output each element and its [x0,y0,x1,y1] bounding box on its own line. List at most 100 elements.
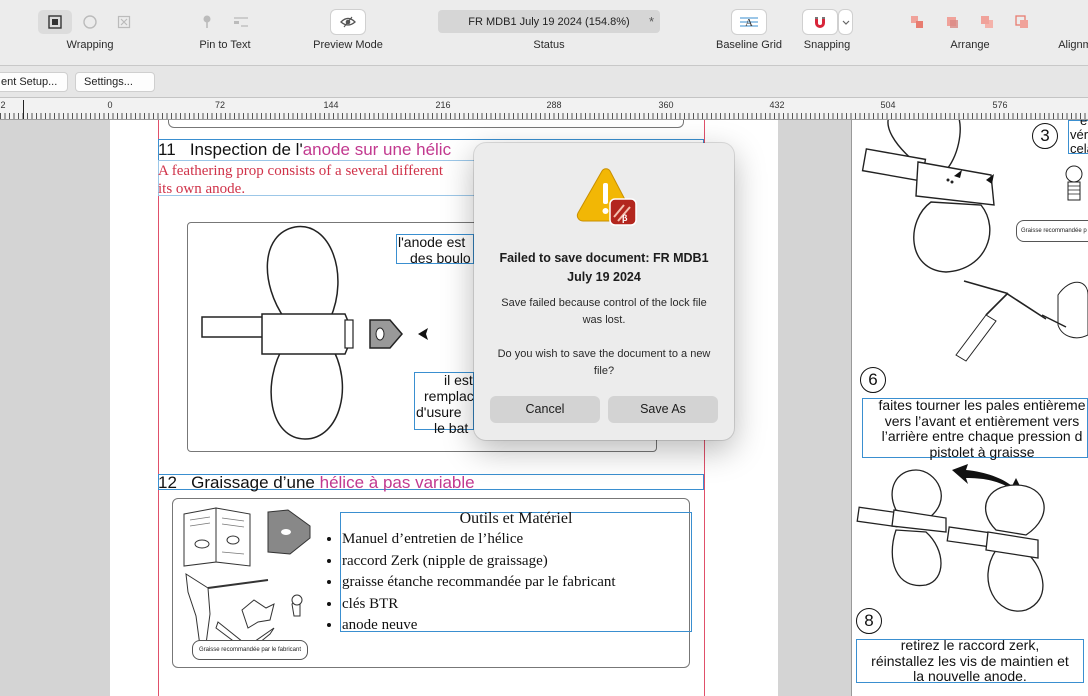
ruler-label: 360 [658,100,674,110]
step-6-text: faites tourner les pales entièreme vers … [862,397,1088,460]
step-8-text: retirez le raccord zerk, réinstallez les… [856,637,1084,685]
ruler-ticks [0,113,1088,119]
step-6-number: 6 [860,367,886,393]
step-8-number: 8 [856,608,882,634]
ruler-label: 2 [0,100,6,110]
ruler-label: 504 [880,100,896,110]
arrange-forward-icon[interactable] [937,10,967,34]
anode-label-mid: il est remplac d'usure le bat [416,372,474,436]
section-11-body-line-1: A feathering prop consists of a several … [158,163,444,179]
two-propellers-rotation-illustration [856,464,1045,612]
anode-label-top-line-2: des boulo [410,250,471,266]
wrap-none-icon[interactable] [108,10,140,34]
anode-label-top: l'anode est des boulo [398,234,474,266]
step-8-text-line: la nouvelle anode. [913,668,1027,684]
snapping-label: Snapping [803,39,851,51]
ruler-label: 576 [992,100,1008,110]
tools-title: Outils et Matériel [459,510,573,527]
preview-mode-label: Preview Mode [313,39,383,51]
save-failed-dialog: β Failed to save document: FR MDB1 July … [474,143,734,440]
step-8-text-line: réinstallez les vis de maintien et [871,652,1069,669]
anode-label-mid-line-4: le bat [434,420,469,436]
grease-tube-label: Graisse recommandée par le fabricant [192,640,308,660]
cancel-button[interactable]: Cancel [490,396,600,423]
unsaved-marker: * [648,14,654,29]
section-12-title: Graissage d’une [191,473,320,492]
section-11-body-line-2: its own anode. [158,181,246,197]
tools-list-item: graisse étanche recommandée par le fabri… [342,572,616,594]
margin-guide-left [158,120,159,696]
tools-list-item: clés BTR [342,594,616,616]
alignment-label: Alignm [1058,39,1088,51]
status-text: FR MDB1 July 19 2024 (154.8%) [468,15,630,28]
horizontal-ruler[interactable]: 2 0 72 144 216 288 360 432 504 576 [0,98,1088,120]
arrange-front-icon[interactable] [902,10,932,34]
step-6-text-line: l’arrière entre chaque pression d [881,428,1083,444]
section-11-title: Inspection de l' [189,140,303,159]
wrapping-label: Wrapping [66,39,114,51]
section-11-heading: 11 Inspection de l'anode sur une hélic [158,140,451,160]
wrap-shape-icon[interactable] [74,10,106,34]
ruler-label: 432 [769,100,785,110]
zerk-fitting-icon [1065,165,1083,201]
section-12-number: 12 [158,473,177,492]
step3-propeller-illustration [861,120,995,273]
ruler-origin-marker [23,100,24,119]
arrange-label: Arrange [950,39,990,51]
step-3-number: 3 [1032,123,1058,149]
settings-button[interactable]: Settings... [75,72,155,92]
tools-list-item: Manuel d’entretien de l’hélice [342,529,616,551]
ruler-label: 144 [323,100,339,110]
step-6-text-line: pistolet à graisse [929,443,1035,460]
step-8-text-line: retirez le raccord zerk, [900,637,1040,653]
ruler-label: 216 [435,100,451,110]
anode-label-mid-line-3: d'usure [416,404,462,420]
document-setup-bar: ent Setup... Settings... [0,66,1088,98]
arrange-back-icon[interactable] [1007,10,1037,34]
save-as-button[interactable]: Save As [608,396,718,423]
section-11-body: A feathering prop consists of a several … [158,162,443,198]
section-12-heading: 12 Graissage d’une hélice à pas variable [158,473,475,493]
svg-text:A: A [745,17,753,29]
pin-inline-icon[interactable] [226,10,256,34]
step-6-text-line: faites tourner les pales entièreme [878,397,1086,413]
anode-label-mid-line-1: il est [444,372,473,388]
beta-badge: β [622,213,628,223]
snapping-dropdown-chevron-icon[interactable] [839,10,852,34]
baseline-grid-label: Baseline Grid [715,39,783,51]
snapping-magnet-icon[interactable] [803,10,837,34]
wrap-square-icon[interactable] [38,10,72,34]
preview-mode-icon[interactable] [331,10,365,34]
ruler-label: 72 [214,100,226,110]
dialog-message: Save failed because control of the lock … [501,297,707,326]
step-3-text: é véri cela [1070,120,1088,156]
ruler-label: 288 [546,100,562,110]
page-right-edge [851,120,852,696]
arrange-backward-icon[interactable] [972,10,1002,34]
step-3-text-line-2: véri [1070,127,1088,142]
anode-label-mid-line-2: remplac [424,388,474,404]
tools-list-item: anode neuve [342,615,616,637]
section-11-number: 11 [158,140,176,159]
status-display: FR MDB1 July 19 2024 (154.8%) * [438,10,660,33]
baseline-grid-icon[interactable]: A [732,10,766,34]
pin-icon[interactable] [192,10,222,34]
status-label: Status [533,39,565,51]
dialog-title: Failed to save document: FR MDB1 July 19… [499,251,709,284]
tools-list: Manuel d’entretien de l’hélice raccord Z… [318,529,616,637]
section-11-title-link: anode sur une hélic [302,140,452,159]
pin-to-text-label: Pin to Text [199,39,251,51]
step-6-text-line: vers l’avant et entièrement vers [884,412,1080,429]
dialog-question: Do you wish to save the document to a ne… [497,348,711,377]
toolbar: Wrapping Pin to Text Preview Mode FR MDB… [0,0,1088,66]
grease-tube-label-right: Graisse recommandée p [1016,220,1088,242]
step-3-text-line-3: cela [1070,141,1088,156]
anode-label-top-line-1: l'anode est [398,234,466,250]
previous-figure-frame [168,120,684,128]
document-setup-button[interactable]: ent Setup... [0,72,68,92]
section-12-title-link: hélice à pas variable [319,473,475,492]
ruler-label: 0 [107,100,113,110]
warning-icon [576,168,637,226]
grease-gun-illustration [955,280,1088,362]
tools-list-item: raccord Zerk (nipple de graissage) [342,551,616,573]
